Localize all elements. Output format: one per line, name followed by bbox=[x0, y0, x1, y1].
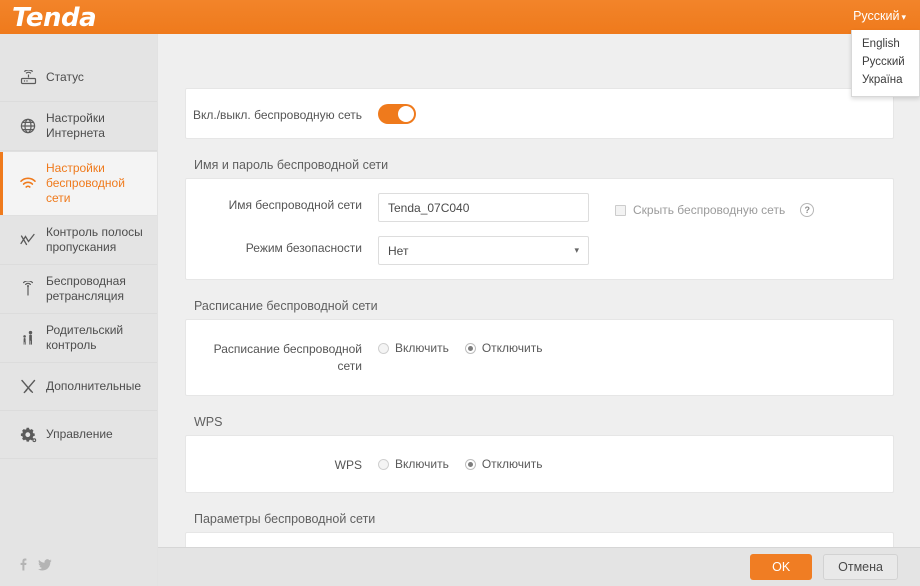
security-mode-control: Нет ▾ bbox=[378, 236, 893, 265]
main-content: Вкл./выкл. беспроводную сеть Имя и парол… bbox=[157, 34, 920, 586]
ssid-panel: Имя беспроводной сети Скрыть беспроводну… bbox=[185, 178, 894, 280]
facebook-icon[interactable] bbox=[18, 558, 29, 576]
sidebar-item-label: Родительский контроль bbox=[46, 323, 124, 352]
language-option-english[interactable]: English bbox=[852, 35, 919, 53]
toggle-knob bbox=[398, 106, 414, 122]
sidebar-item-label: Статус bbox=[46, 70, 84, 84]
sidebar-item-label: Настройки Интернета bbox=[46, 111, 105, 140]
wireless-enable-toggle[interactable] bbox=[378, 104, 416, 124]
ssid-name-label: Имя беспроводной сети bbox=[228, 198, 362, 212]
sidebar-item-parental-control[interactable]: Родительский контроль bbox=[0, 314, 157, 363]
sidebar: Статус Настройки Интернета Настройки бес… bbox=[0, 34, 157, 586]
radio-unselected-icon bbox=[378, 458, 389, 470]
antenna-icon bbox=[18, 281, 38, 297]
hide-ssid-wrapper: Скрыть беспроводную сеть ? bbox=[615, 203, 815, 217]
wireless-switch-control bbox=[378, 103, 893, 124]
language-option-ukrainian[interactable]: Україна bbox=[852, 71, 919, 89]
app-header: Tenda Русский ▾ bbox=[0, 0, 920, 34]
sidebar-item-management[interactable]: Управление bbox=[0, 411, 157, 459]
wps-enable-option[interactable]: Включить bbox=[378, 457, 449, 471]
language-dropdown-menu[interactable]: English Русский Україна bbox=[851, 30, 920, 97]
schedule-enable-option[interactable]: Включить bbox=[378, 341, 449, 355]
language-selector-label: Русский bbox=[853, 9, 900, 23]
sidebar-item-label: Настройки беспроводной сети bbox=[46, 161, 125, 205]
tools-icon bbox=[18, 379, 38, 394]
wireless-switch-panel: Вкл./выкл. беспроводную сеть bbox=[185, 88, 894, 139]
ssid-name-input[interactable] bbox=[378, 193, 589, 222]
radio-selected-icon bbox=[464, 342, 476, 354]
schedule-section-title: Расписание беспроводной сети bbox=[194, 299, 378, 313]
schedule-row-label: Расписание беспроводной сети bbox=[213, 342, 362, 373]
wps-disable-label: Отключить bbox=[481, 457, 543, 471]
security-mode-value: Нет bbox=[388, 243, 409, 258]
wps-section-title: WPS bbox=[194, 415, 223, 429]
router-icon bbox=[18, 70, 38, 85]
schedule-row: Расписание беспроводной сети Включить От… bbox=[186, 320, 893, 395]
wps-panel: WPS Включить Отключить bbox=[185, 435, 894, 493]
language-selector-button[interactable]: Русский ▾ bbox=[853, 9, 906, 23]
sidebar-item-wireless-relay[interactable]: Беспроводная ретрансляция bbox=[0, 265, 157, 314]
social-links bbox=[18, 558, 52, 576]
schedule-panel: Расписание беспроводной сети Включить От… bbox=[185, 319, 894, 396]
chart-line-icon bbox=[18, 233, 38, 247]
schedule-disable-label: Отключить bbox=[481, 341, 543, 355]
ok-button[interactable]: OK bbox=[750, 554, 813, 580]
sidebar-item-status[interactable]: Статус bbox=[0, 54, 157, 102]
sidebar-item-label: Беспроводная ретрансляция bbox=[46, 274, 126, 303]
radio-unselected-icon bbox=[378, 342, 389, 354]
wps-control: Включить Отключить bbox=[378, 453, 893, 471]
chevron-down-icon: ▾ bbox=[901, 12, 906, 22]
ssid-section-title: Имя и пароль беспроводной сети bbox=[194, 158, 389, 172]
ssid-name-row: Имя беспроводной сети Скрыть беспроводну… bbox=[186, 179, 893, 236]
tenda-logo: Tenda bbox=[12, 3, 97, 33]
schedule-control: Включить Отключить bbox=[378, 337, 893, 355]
schedule-radio-group: Включить Отключить bbox=[378, 341, 559, 355]
security-mode-row: Режим безопасности Нет ▾ bbox=[186, 236, 893, 279]
ssid-name-control: Скрыть беспроводную сеть ? bbox=[378, 193, 893, 222]
cancel-button[interactable]: Отмена bbox=[823, 554, 898, 580]
wireless-switch-row: Вкл./выкл. беспроводную сеть bbox=[186, 89, 893, 138]
settings-scroll-area: Вкл./выкл. беспроводную сеть Имя и парол… bbox=[158, 34, 920, 586]
sidebar-nav: Статус Настройки Интернета Настройки бес… bbox=[0, 34, 157, 459]
schedule-disable-option[interactable]: Отключить bbox=[464, 341, 543, 355]
globe-icon bbox=[18, 118, 38, 134]
language-option-russian[interactable]: Русский bbox=[852, 53, 919, 71]
help-icon[interactable]: ? bbox=[800, 203, 815, 217]
sidebar-item-advanced[interactable]: Дополнительные bbox=[0, 363, 157, 411]
wps-enable-label: Включить bbox=[395, 457, 449, 471]
schedule-enable-label: Включить bbox=[395, 341, 449, 355]
wps-row-label: WPS bbox=[334, 458, 362, 472]
twitter-icon[interactable] bbox=[38, 558, 52, 576]
gear-icon bbox=[18, 427, 38, 443]
wps-radio-group: Включить Отключить bbox=[378, 457, 559, 471]
hide-ssid-label: Скрыть беспроводную сеть bbox=[633, 203, 786, 217]
sidebar-item-wireless-settings[interactable]: Настройки беспроводной сети bbox=[0, 151, 157, 216]
sidebar-item-internet-settings[interactable]: Настройки Интернета bbox=[0, 102, 157, 151]
sidebar-item-bandwidth-control[interactable]: Контроль полосы пропускания bbox=[0, 216, 157, 265]
security-mode-select[interactable]: Нет ▾ bbox=[378, 236, 589, 265]
hide-ssid-checkbox[interactable] bbox=[615, 204, 626, 216]
wifi-icon bbox=[18, 177, 38, 191]
sidebar-item-label: Управление bbox=[46, 427, 113, 441]
parent-child-icon bbox=[18, 330, 38, 346]
params-section-title: Параметры беспроводной сети bbox=[194, 512, 376, 526]
wireless-switch-label: Вкл./выкл. беспроводную сеть bbox=[192, 108, 362, 122]
wps-disable-option[interactable]: Отключить bbox=[464, 457, 543, 471]
sidebar-item-label: Дополнительные bbox=[46, 379, 141, 393]
chevron-down-icon: ▾ bbox=[574, 245, 579, 255]
sidebar-item-label: Контроль полосы пропускания bbox=[46, 225, 143, 254]
action-bar: OK Отмена bbox=[158, 547, 920, 586]
security-mode-label: Режим безопасности bbox=[245, 241, 362, 255]
radio-selected-icon bbox=[464, 458, 476, 470]
wps-row: WPS Включить Отключить bbox=[186, 436, 893, 492]
